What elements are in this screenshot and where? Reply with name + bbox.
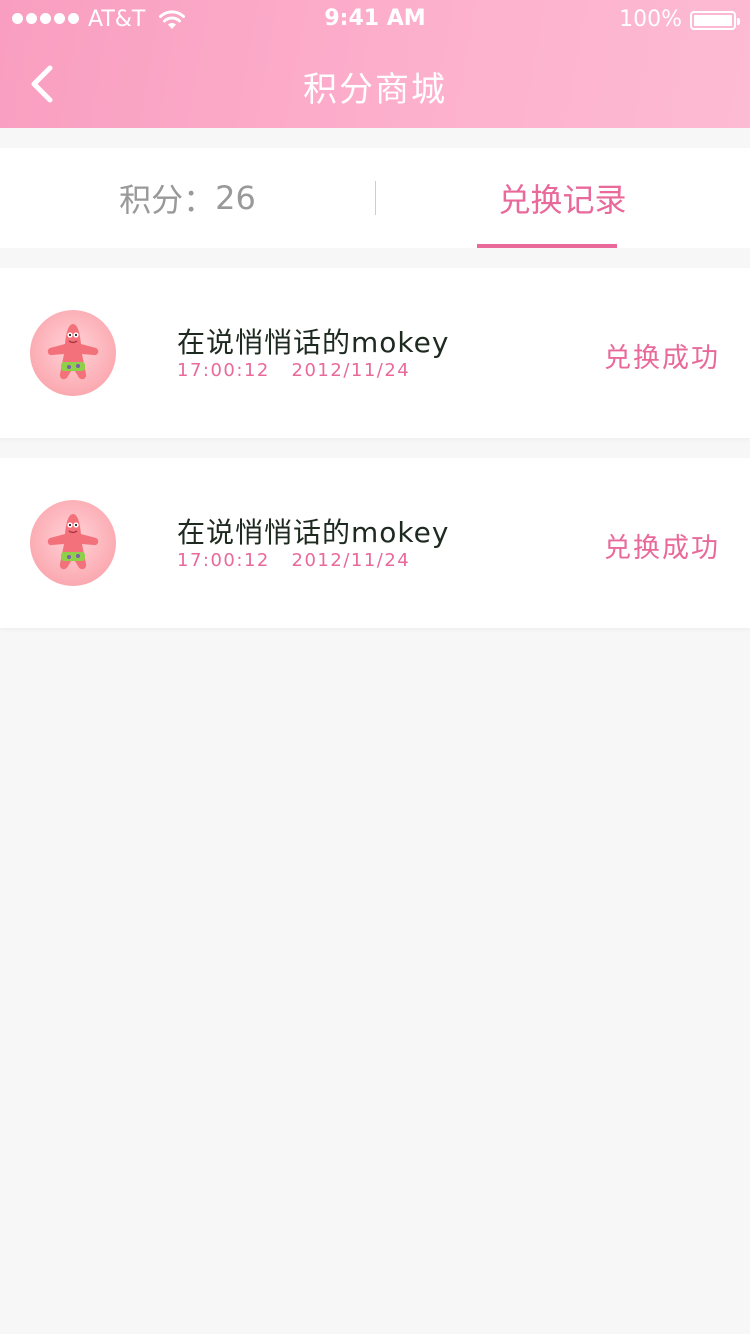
record-name: 在说悄悄话的mokey xyxy=(177,516,450,549)
record-date: 2012/11/24 xyxy=(291,550,411,571)
avatar xyxy=(30,310,116,396)
record-date: 2012/11/24 xyxy=(291,360,411,381)
status-badge: 兑换成功 xyxy=(604,343,720,374)
tab-exchange-records-label: 兑换记录 xyxy=(498,181,627,219)
record-time: 17:00:12 xyxy=(177,360,270,381)
tab-points[interactable]: 积分： 26 xyxy=(0,148,375,248)
points-value: 26 xyxy=(215,179,256,217)
active-tab-indicator xyxy=(477,244,617,248)
tab-exchange-records[interactable]: 兑换记录 xyxy=(375,148,750,248)
battery-icon xyxy=(690,11,740,30)
record-time: 17:00:12 xyxy=(177,550,270,571)
record-timestamp: 17:00:12 2012/11/24 xyxy=(177,550,410,571)
status-badge: 兑换成功 xyxy=(604,533,720,564)
points-label: 积分： xyxy=(119,181,216,219)
list-item[interactable]: 在说悄悄话的mokey 17:00:12 2012/11/24 兑换成功 xyxy=(0,268,750,438)
tab-bar: 积分： 26 兑换记录 xyxy=(0,148,750,248)
battery-percent: 100% xyxy=(619,7,682,32)
record-timestamp: 17:00:12 2012/11/24 xyxy=(177,360,410,381)
avatar xyxy=(30,500,116,586)
list-item[interactable]: 在说悄悄话的mokey 17:00:12 2012/11/24 兑换成功 xyxy=(0,458,750,628)
status-bar: AT&T 9:41 AM 100% xyxy=(0,0,750,40)
header: AT&T 9:41 AM 100% 积分商城 xyxy=(0,0,750,128)
record-name: 在说悄悄话的mokey xyxy=(177,326,450,359)
page-title: 积分商城 xyxy=(303,70,447,110)
